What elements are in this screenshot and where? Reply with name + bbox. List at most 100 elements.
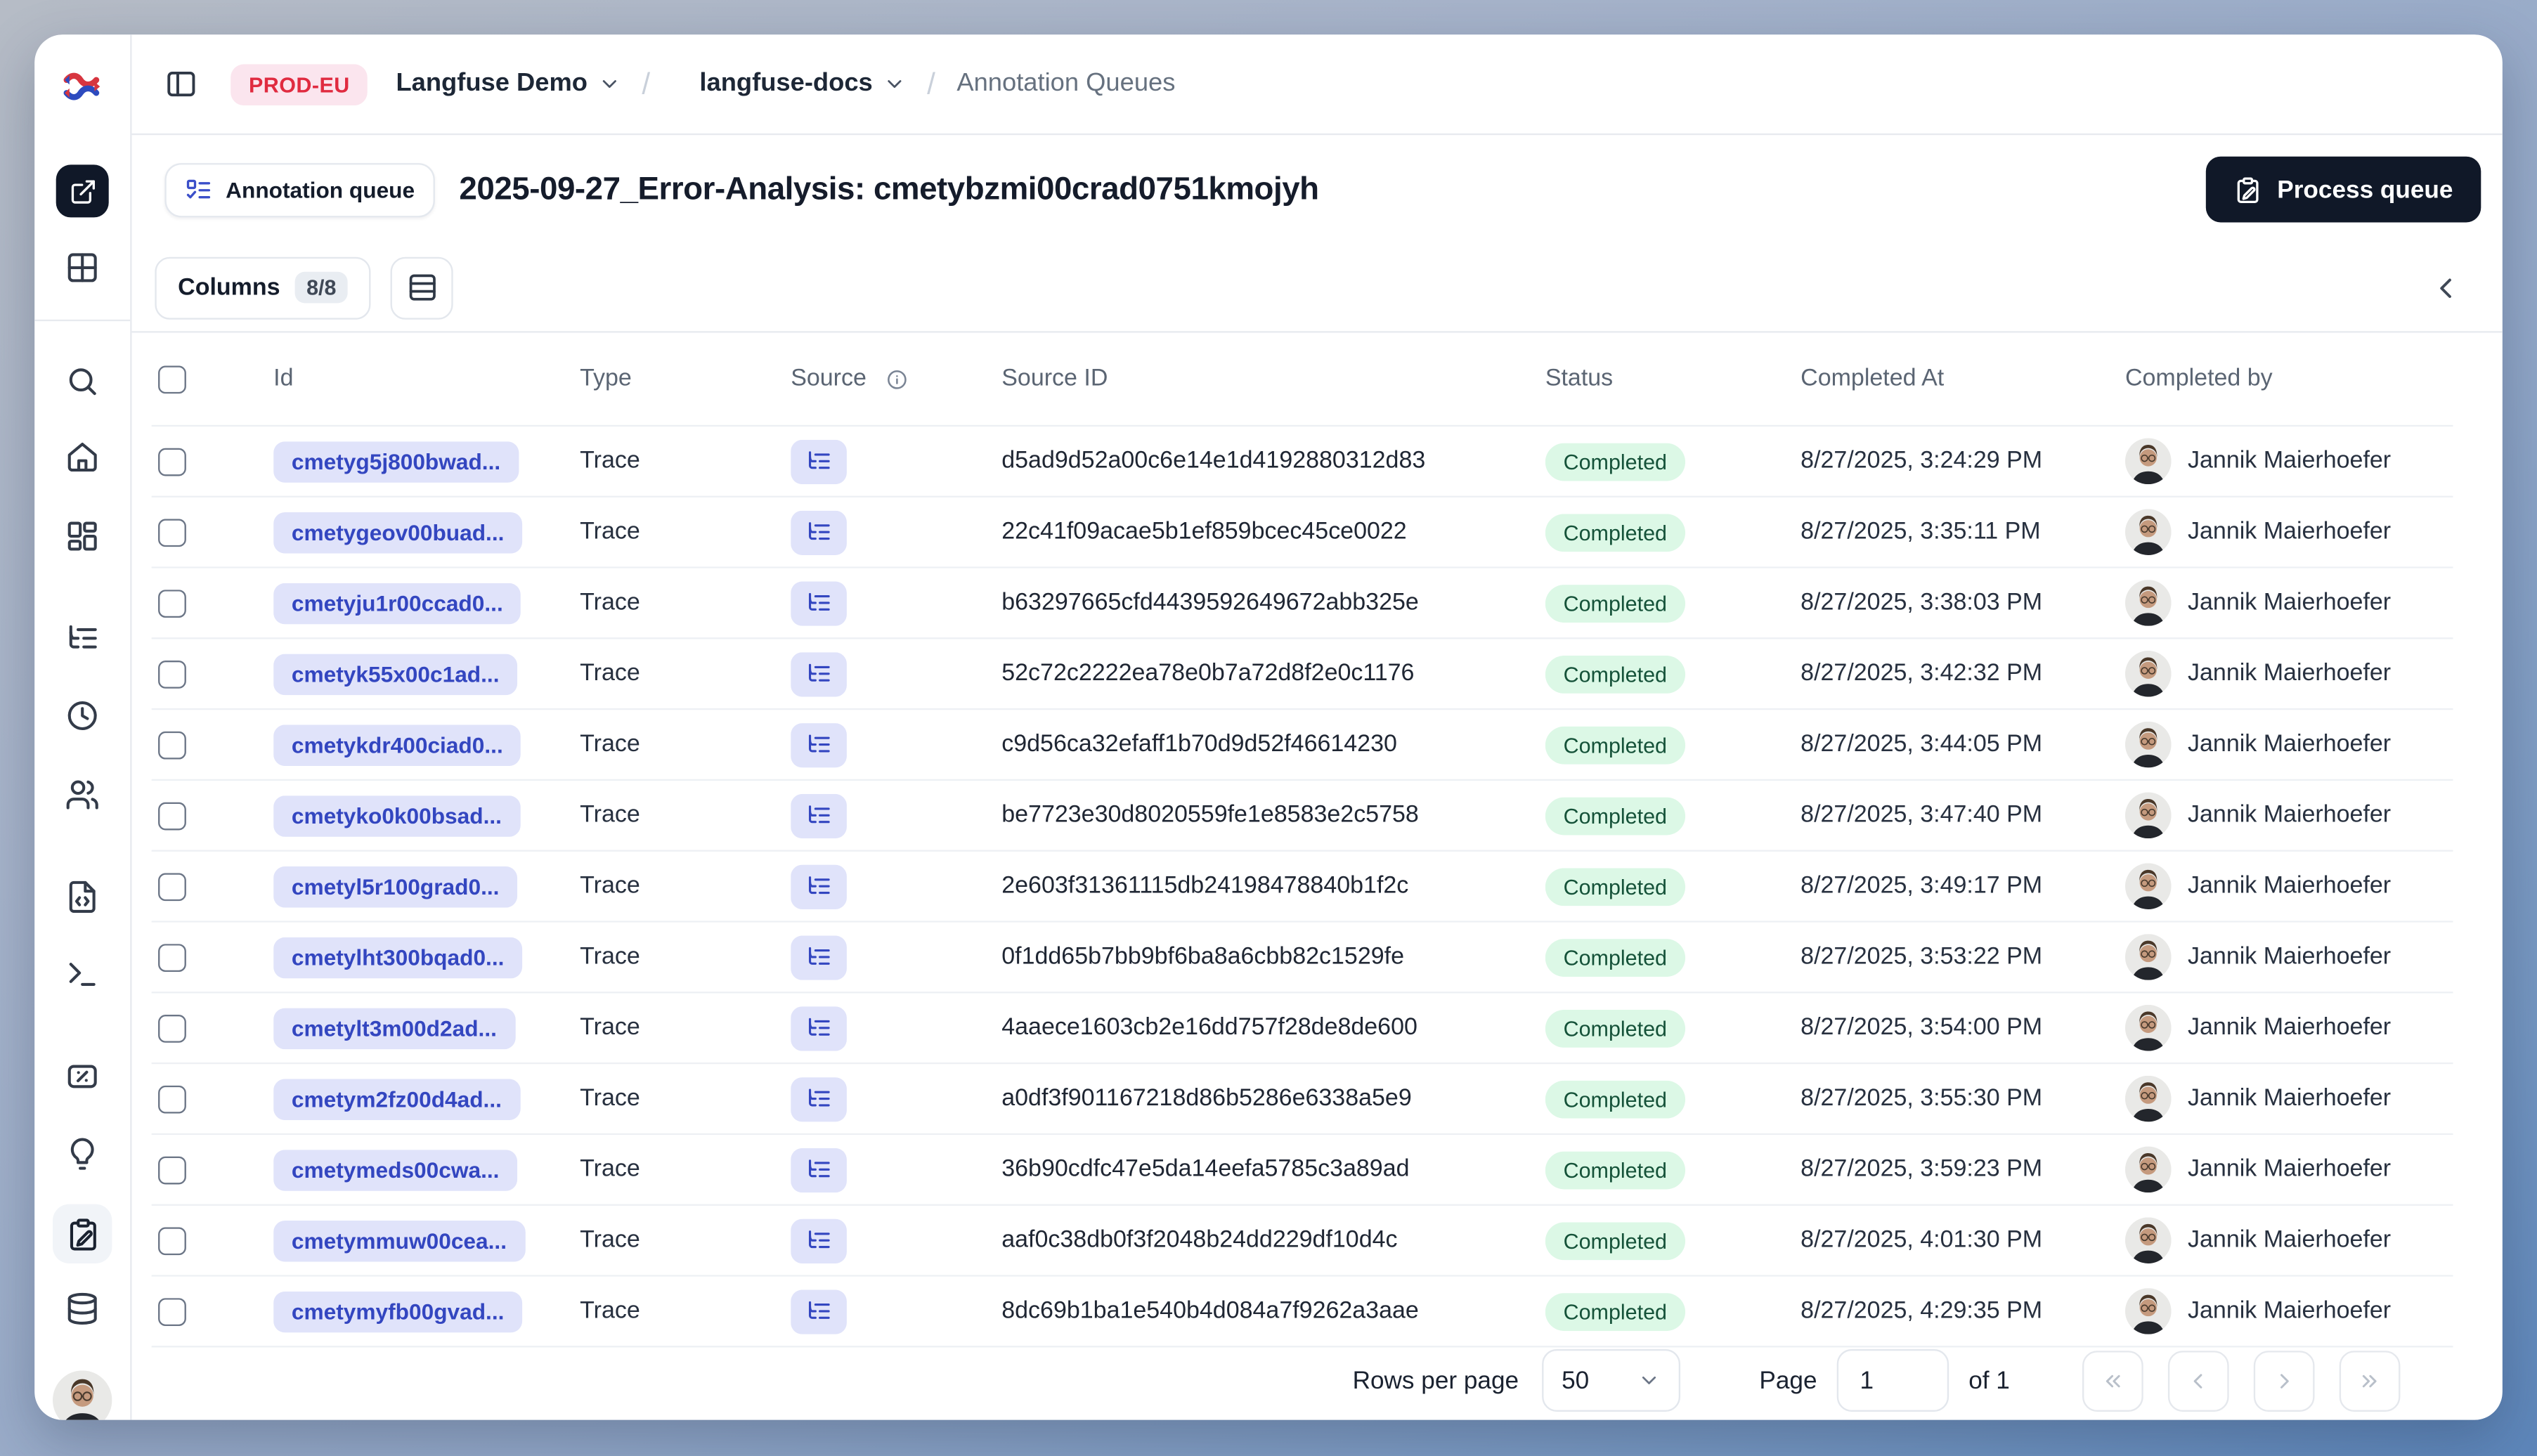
sidebar-item-users[interactable] — [65, 777, 100, 812]
table-row[interactable]: cmetygeov00buad... Trace 22c41f09acae5b1… — [151, 497, 2453, 568]
org-switcher[interactable]: Langfuse Demo — [396, 69, 620, 98]
row-checkbox[interactable] — [158, 518, 186, 547]
row-checkbox[interactable] — [158, 1297, 186, 1325]
source-trace-button[interactable] — [791, 1289, 847, 1334]
environment-badge[interactable]: PROD-EU — [231, 63, 368, 105]
page-label: Page — [1759, 1366, 1817, 1395]
column-header-source-id[interactable]: Source ID — [1001, 365, 1545, 392]
source-trace-button[interactable] — [791, 1076, 847, 1122]
collapse-panel-button[interactable] — [2430, 271, 2463, 304]
row-checkbox[interactable] — [158, 801, 186, 830]
sidebar-item-evaluation[interactable] — [65, 1136, 100, 1171]
source-trace-button[interactable] — [791, 509, 847, 554]
status-badge: Completed — [1545, 513, 1685, 552]
user-avatar[interactable] — [53, 1370, 112, 1420]
last-page-button[interactable] — [2339, 1350, 2401, 1411]
sidebar-toggle-icon[interactable] — [164, 67, 197, 100]
sidebar-item-annotation-queues[interactable] — [53, 1204, 112, 1263]
sidebar-item-sessions[interactable] — [65, 698, 100, 733]
column-header-completed-at[interactable]: Completed At — [1800, 365, 2125, 392]
table-row[interactable]: cmetymyfb00gvad... Trace 8dc69b1ba1e540b… — [151, 1276, 2453, 1348]
column-header-id[interactable]: Id — [273, 365, 580, 392]
column-header-type[interactable]: Type — [580, 365, 791, 392]
select-all-checkbox[interactable] — [158, 365, 186, 394]
row-checkbox[interactable] — [158, 447, 186, 476]
source-trace-button[interactable] — [791, 651, 847, 696]
item-id-link[interactable]: cmetymyfb00gvad... — [273, 1290, 523, 1332]
table-row[interactable]: cmetyk55x00c1ad... Trace 52c72c2222ea78e… — [151, 639, 2453, 710]
table-row[interactable]: cmetymmuw00cea... Trace aaf0c38db0f3f204… — [151, 1205, 2453, 1277]
source-trace-button[interactable] — [791, 1147, 847, 1192]
source-trace-button[interactable] — [791, 580, 847, 625]
source-trace-button[interactable] — [791, 1218, 847, 1263]
row-checkbox[interactable] — [158, 589, 186, 617]
project-switcher[interactable]: langfuse-docs — [699, 69, 905, 98]
item-id-link[interactable]: cmetyg5j800bwad... — [273, 441, 519, 482]
item-id-link[interactable]: cmetykdr400ciad0... — [273, 724, 521, 765]
status-badge: Completed — [1545, 442, 1685, 481]
table-row[interactable]: cmetykdr400ciad0... Trace c9d56ca32efaff… — [151, 710, 2453, 781]
rows-per-page-select[interactable]: 50 — [1541, 1348, 1680, 1412]
source-trace-button[interactable] — [791, 935, 847, 980]
column-header-source[interactable]: Source — [791, 365, 1001, 392]
breadcrumb-section[interactable]: Annotation Queues — [956, 69, 1175, 98]
table-row[interactable]: cmetyju1r00ccad0... Trace b63297665cfd44… — [151, 568, 2453, 639]
column-header-status[interactable]: Status — [1545, 365, 1800, 392]
item-id-link[interactable]: cmetyl5r100grad0... — [273, 865, 518, 907]
source-trace-button[interactable] — [791, 1006, 847, 1051]
first-page-button[interactable] — [2082, 1350, 2143, 1411]
item-id-link[interactable]: cmetylht300bqad0... — [273, 936, 523, 978]
column-header-completed-by[interactable]: Completed by — [2125, 365, 2453, 392]
row-checkbox[interactable] — [158, 1013, 186, 1042]
sidebar-item-datasets[interactable] — [65, 1292, 100, 1326]
table-row[interactable]: cmetyg5j800bwad... Trace d5ad9d52a00c6e1… — [151, 427, 2453, 498]
item-id-link[interactable]: cmetymmuw00cea... — [273, 1219, 525, 1261]
columns-button[interactable]: Columns 8/8 — [155, 256, 371, 319]
sidebar-item-tables[interactable] — [65, 250, 100, 285]
source-trace-button[interactable] — [791, 438, 847, 484]
item-id-link[interactable]: cmetyju1r00ccad0... — [273, 582, 521, 624]
source-trace-button[interactable] — [791, 722, 847, 767]
completed-by-value: Jannik Maierhoefer — [2188, 1298, 2392, 1325]
row-height-button[interactable] — [390, 256, 453, 319]
row-checkbox[interactable] — [158, 1226, 186, 1255]
next-page-button[interactable] — [2253, 1350, 2315, 1411]
sidebar-item-tracing[interactable] — [65, 621, 100, 656]
table-row[interactable]: cmetymeds00cwa... Trace 36b90cdfc47e5da1… — [151, 1135, 2453, 1206]
source-trace-button[interactable] — [791, 793, 847, 838]
sidebar-item-playground[interactable] — [65, 957, 100, 992]
row-checkbox[interactable] — [158, 872, 186, 901]
list-tree-icon — [805, 1298, 832, 1325]
item-id-link[interactable]: cmetygeov00buad... — [273, 511, 523, 553]
table-row[interactable]: cmetyl5r100grad0... Trace 2e603f31361115… — [151, 851, 2453, 923]
table-row[interactable]: cmetylht300bqad0... Trace 0f1dd65b7bb9bf… — [151, 922, 2453, 994]
row-checkbox[interactable] — [158, 1084, 186, 1113]
page-number-input[interactable] — [1836, 1348, 1949, 1412]
item-id-link[interactable]: cmetymeds00cwa... — [273, 1149, 518, 1190]
open-external-button[interactable] — [56, 164, 109, 218]
row-checkbox[interactable] — [158, 659, 186, 688]
sidebar-item-dashboard[interactable] — [65, 519, 100, 553]
item-id-link[interactable]: cmetylt3m00d2ad... — [273, 1007, 515, 1049]
item-id-link[interactable]: cmetyk55x00c1ad... — [273, 653, 518, 695]
item-id-link[interactable]: cmetym2fz00d4ad... — [273, 1078, 520, 1119]
table-row[interactable]: cmetym2fz00d4ad... Trace a0df3f901167218… — [151, 1064, 2453, 1136]
completed-by-value: Jannik Maierhoefer — [2188, 944, 2392, 970]
source-trace-button[interactable] — [791, 864, 847, 909]
completed-by-value: Jannik Maierhoefer — [2188, 1227, 2392, 1254]
previous-page-button[interactable] — [2167, 1350, 2229, 1411]
chevron-left-icon — [2186, 1368, 2211, 1393]
table-row[interactable]: cmetylt3m00d2ad... Trace 4aaece1603cb2e1… — [151, 993, 2453, 1065]
row-checkbox[interactable] — [158, 1155, 186, 1184]
sidebar-item-prompts[interactable] — [65, 880, 100, 914]
table-row[interactable]: cmetyko0k00bsad... Trace be7723e30d80205… — [151, 781, 2453, 852]
sidebar-item-home[interactable] — [65, 440, 100, 474]
row-checkbox[interactable] — [158, 943, 186, 971]
avatar — [2124, 1217, 2172, 1263]
row-checkbox[interactable] — [158, 730, 186, 759]
sidebar-item-search[interactable] — [65, 364, 100, 398]
item-id-link[interactable]: cmetyko0k00bsad... — [273, 795, 520, 836]
sidebar-item-scores[interactable] — [65, 1059, 100, 1093]
process-queue-button[interactable]: Process queue — [2206, 156, 2481, 223]
file-code-icon — [65, 880, 100, 914]
